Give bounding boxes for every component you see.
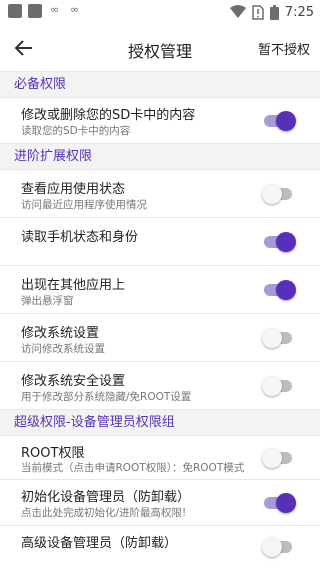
app-notification-icon <box>8 4 22 18</box>
permission-label: 查看应用使用状态 <box>21 182 126 197</box>
app-bar: 授权管理 暂不授权 <box>0 24 320 72</box>
section-header: 超级权限-设备管理员权限组 <box>0 410 320 436</box>
permission-label: 出现在其他应用上 <box>21 278 126 293</box>
permission-item-device-admin[interactable]: 初始化设备管理员（防卸载） 点击此处完成初始化/进阶最高权限! <box>0 480 320 526</box>
toggle-switch[interactable] <box>262 447 294 469</box>
no-sim-icon <box>252 4 264 20</box>
toggle-switch[interactable] <box>262 536 294 558</box>
permission-item-advanced-device-admin[interactable]: 高级设备管理员（防卸载） <box>0 526 320 569</box>
toggle-switch[interactable] <box>262 183 294 205</box>
clock: 7:25 <box>284 4 314 20</box>
section-header: 进阶扩展权限 <box>0 144 320 170</box>
permission-description: 弹出悬浮窗 <box>21 295 74 307</box>
permission-description: 点击此处完成初始化/进阶最高权限! <box>21 507 187 519</box>
permission-label: 修改系统设置 <box>21 326 100 341</box>
permission-item-usage-stats[interactable]: 查看应用使用状态 访问最近应用程序使用情况 <box>0 170 320 218</box>
permission-item-write-settings[interactable]: 修改系统设置 访问修改系统设置 <box>0 314 320 362</box>
permission-item-root[interactable]: ROOT权限 当前模式（点击申请ROOT权限）：免ROOT模式 <box>0 436 320 480</box>
skip-authorization-button[interactable]: 暂不授权 <box>258 39 310 58</box>
section-header: 必备权限 <box>0 72 320 98</box>
permission-label: 高级设备管理员（防卸载） <box>21 536 178 551</box>
permission-item-overlay[interactable]: 出现在其他应用上 弹出悬浮窗 <box>0 266 320 314</box>
status-bar: ∞ ∞ 7:25 <box>0 0 320 24</box>
link-icon: ∞ <box>70 3 80 16</box>
permission-description: 当前模式（点击申请ROOT权限）：免ROOT模式 <box>21 462 245 474</box>
toggle-switch[interactable] <box>264 231 296 253</box>
permission-list: 必备权限 修改或删除您的SD卡中的内容 读取您的SD卡中的内容 进阶扩展权限 查… <box>0 72 320 569</box>
app-notification-icon <box>28 4 42 18</box>
toggle-switch[interactable] <box>264 279 296 301</box>
permission-description: 访问最近应用程序使用情况 <box>21 199 147 211</box>
permission-label: 初始化设备管理员（防卸载） <box>21 490 191 505</box>
permission-item-secure-settings[interactable]: 修改系统安全设置 用于修改部分系统隐藏/免ROOT设置 <box>0 362 320 410</box>
permission-label: 修改或删除您的SD卡中的内容 <box>21 108 196 123</box>
permission-item-sd-card[interactable]: 修改或删除您的SD卡中的内容 读取您的SD卡中的内容 <box>0 98 320 144</box>
toggle-switch[interactable] <box>262 327 294 349</box>
toggle-switch[interactable] <box>264 110 296 132</box>
wifi-icon <box>229 5 246 18</box>
permission-label: 修改系统安全设置 <box>21 374 126 389</box>
permission-description: 读取您的SD卡中的内容 <box>21 125 131 137</box>
permission-item-phone-state[interactable]: 读取手机状态和身份 <box>0 218 320 266</box>
battery-icon <box>269 4 279 20</box>
permission-description: 用于修改部分系统隐藏/免ROOT设置 <box>21 391 192 403</box>
permission-description: 访问修改系统设置 <box>21 343 105 355</box>
link-icon: ∞ <box>50 3 60 16</box>
toggle-switch[interactable] <box>264 492 296 514</box>
toggle-switch[interactable] <box>262 375 294 397</box>
permission-label: 读取手机状态和身份 <box>21 230 139 245</box>
permission-label: ROOT权限 <box>21 446 85 461</box>
